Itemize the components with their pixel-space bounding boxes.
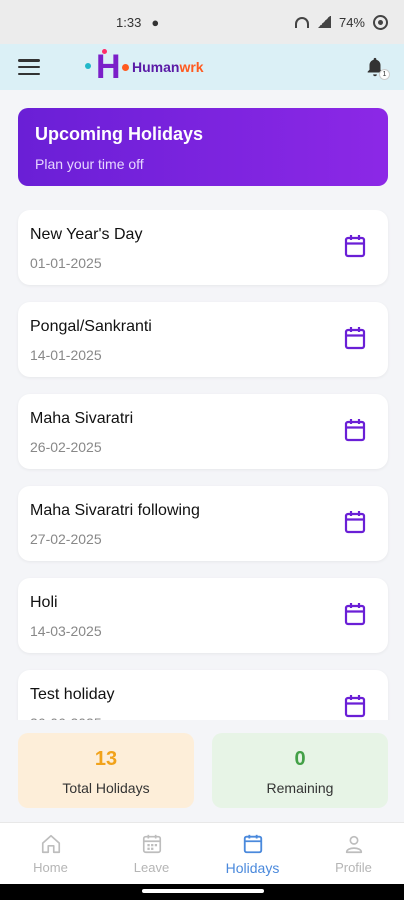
banner-title: Upcoming Holidays — [35, 124, 204, 144]
calendar-icon[interactable] — [344, 602, 366, 626]
logo-text: Humanwrk — [132, 59, 204, 75]
remaining-holidays-count: 0 — [294, 748, 306, 770]
logo-text-suffix: wrk — [179, 59, 204, 75]
holiday-card[interactable]: New Year's Day 01-01-2025 — [18, 210, 388, 285]
remaining-holidays-card: 0 Remaining — [212, 733, 388, 808]
home-icon — [41, 834, 60, 854]
holiday-card[interactable]: Maha Sivaratri 26-02-2025 — [18, 394, 388, 469]
holiday-date: 26-06-2025 — [30, 715, 376, 720]
holiday-name: Pongal/Sankranti — [30, 318, 152, 335]
holiday-name: Maha Sivaratri following — [30, 502, 200, 519]
calendar-icon — [243, 834, 262, 854]
total-holidays-label: Total Holidays — [62, 780, 150, 796]
holiday-name: Maha Sivaratri — [30, 410, 134, 427]
nav-holidays-label: Holidays — [225, 860, 280, 876]
calendar-grid-icon — [142, 834, 161, 854]
logo-mark-icon: H — [84, 47, 130, 87]
wifi-icon — [294, 16, 309, 28]
nav-leave[interactable]: Leave — [101, 823, 202, 884]
holiday-card[interactable]: Pongal/Sankranti 14-01-2025 — [18, 302, 388, 377]
nav-profile[interactable]: Profile — [303, 823, 404, 884]
logo-text-prefix: Human — [132, 59, 180, 75]
holiday-date: 14-03-2025 — [30, 623, 102, 639]
notifications-button[interactable]: 1 — [364, 56, 390, 80]
holiday-date: 01-01-2025 — [30, 255, 102, 271]
calendar-icon[interactable] — [344, 234, 366, 258]
total-holidays-count: 13 — [94, 748, 118, 770]
battery-percent: 74% — [338, 14, 365, 30]
person-icon — [345, 835, 362, 854]
menu-icon[interactable] — [18, 59, 40, 75]
holiday-date: 27-02-2025 — [30, 531, 102, 547]
status-time: 1:33 — [116, 14, 142, 30]
bottom-navigation: Home Leave Holidays Profile — [0, 822, 404, 884]
nav-profile-label: Profile — [335, 860, 372, 875]
signal-icon — [316, 16, 331, 28]
status-bar: 1:33 ● 74% — [0, 0, 404, 44]
banner-subtitle: Plan your time off — [35, 156, 144, 172]
notification-ghost-icon: ● — [151, 14, 160, 30]
calendar-icon[interactable] — [344, 694, 366, 718]
nav-leave-label: Leave — [133, 860, 170, 875]
nav-holidays[interactable]: Holidays — [202, 823, 303, 884]
total-holidays-card: 13 Total Holidays — [18, 733, 194, 808]
holiday-card[interactable]: Holi 14-03-2025 — [18, 578, 388, 653]
nav-home[interactable]: Home — [0, 823, 101, 884]
upcoming-holidays-banner: Upcoming Holidays Plan your time off — [18, 108, 388, 186]
calendar-icon[interactable] — [344, 510, 366, 534]
holiday-date: 26-02-2025 — [30, 439, 102, 455]
holiday-card[interactable]: Maha Sivaratri following 27-02-2025 — [18, 486, 388, 561]
nav-home-label: Home — [33, 860, 68, 875]
remaining-holidays-label: Remaining — [266, 780, 334, 796]
battery-icon — [373, 14, 388, 30]
holiday-list[interactable]: New Year's Day 01-01-2025 Pongal/Sankran… — [0, 210, 404, 720]
app-header: H Humanwrk 1 — [0, 44, 404, 90]
gesture-handle[interactable] — [142, 889, 264, 893]
holiday-name: Holi — [30, 594, 58, 611]
holiday-name: Test holiday — [30, 686, 115, 703]
notification-count-badge: 1 — [379, 69, 390, 80]
calendar-icon[interactable] — [344, 418, 366, 442]
calendar-icon[interactable] — [344, 326, 366, 350]
holiday-card[interactable]: Test holiday 26-06-2025 — [18, 670, 388, 720]
holiday-name: New Year's Day — [30, 226, 143, 243]
holiday-date: 14-01-2025 — [30, 347, 102, 363]
system-gesture-bar — [0, 884, 404, 900]
app-logo: H Humanwrk — [84, 47, 204, 87]
